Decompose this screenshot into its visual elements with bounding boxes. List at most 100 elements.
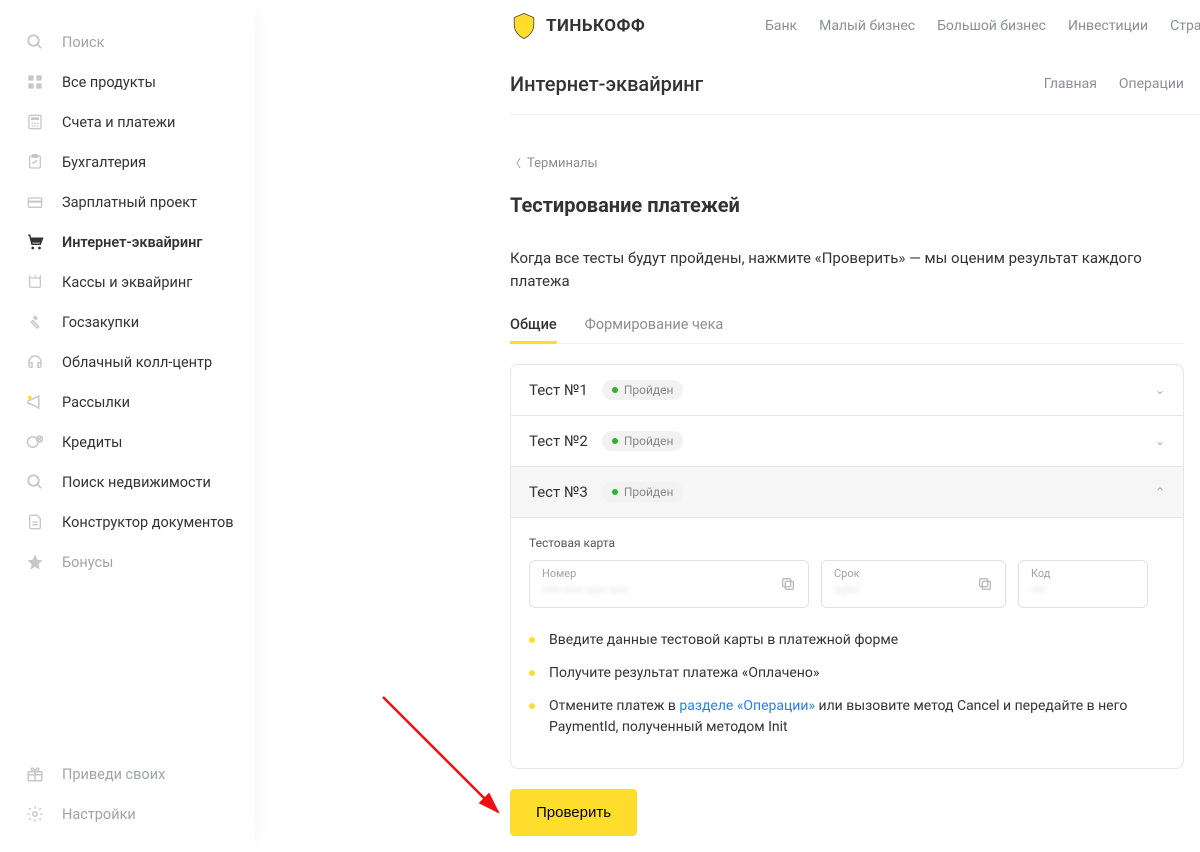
test-card-label: Тестовая карта [529,536,1165,550]
card-expiry-value: ••/•• [834,583,859,599]
test-row[interactable]: Тест №2 Пройден ⌄ [511,415,1183,466]
breadcrumb[interactable]: 〈 Терминалы [510,155,1184,171]
sidebar-item-pos[interactable]: Кассы и эквайринг [0,262,255,302]
card-number-field[interactable]: Номер •••• •••• •••• •••• [529,560,809,608]
field-label: Код [1031,567,1050,580]
sidebar-item-label: Госзакупки [62,314,139,331]
copy-icon[interactable] [780,576,796,592]
sidebar-item-label: Зарплатный проект [62,194,197,211]
sidebar-item-accounting[interactable]: Бухгалтерия [0,142,255,182]
tabs: Общие Формирование чека [510,316,1184,344]
headset-icon [24,352,46,372]
card-number-value: •••• •••• •••• •••• [542,583,628,599]
clipboard-icon [24,152,46,172]
sidebar-item-label: Интернет-эквайринг [62,234,202,251]
tab-general[interactable]: Общие [510,316,557,343]
step-item: Получите результат платежа «Оплачено» [529,663,1165,684]
sidebar-item-bonuses[interactable]: Бонусы [0,542,255,582]
intro-text: Когда все тесты будут пройдены, нажмите … [510,247,1184,292]
topnav-link[interactable]: Малый бизнес [819,18,915,34]
sidebar-item-label: Рассылки [62,394,130,411]
status-badge: Пройден [602,431,684,451]
subheader-link-operations[interactable]: Операции [1119,76,1184,92]
sidebar-item-callcenter[interactable]: Облачный колл-центр [0,342,255,382]
topnav-link[interactable]: Большой бизнес [937,18,1046,34]
test-row[interactable]: Тест №3 Пройден ⌃ [511,466,1183,517]
gavel-icon [24,312,46,332]
copy-icon[interactable] [977,576,993,592]
sidebar-item-realestate[interactable]: Поиск недвижимости [0,462,255,502]
calculator-icon [24,112,46,132]
sidebar-item-settings[interactable]: Настройки [0,794,255,834]
sidebar-item-label: Поиск недвижимости [62,474,211,491]
sidebar-item-acquiring[interactable]: Интернет-эквайринг [0,222,255,262]
step-item: Отмените платеж в разделе «Операции» или… [529,696,1165,738]
page-title: Тестирование платежей [510,193,1184,217]
gear-icon [24,804,46,824]
search-icon [24,32,46,52]
test-title: Тест №1 [529,381,588,399]
chevron-down-icon: ⌄ [1155,434,1165,448]
brand-logo[interactable]: ТИНЬКОФФ [510,12,645,40]
sidebar-item-campaigns[interactable]: Рассылки [0,382,255,422]
sidebar-item-search[interactable]: Поиск [0,22,255,62]
operations-link[interactable]: разделе «Операции» [679,698,815,714]
terminal-icon [24,272,46,292]
logo-icon [510,12,538,40]
sidebar-item-all-products[interactable]: Все продукты [0,62,255,102]
status-badge: Пройден [602,380,684,400]
chevron-down-icon: ⌄ [1155,383,1165,397]
sidebar-item-label: Кассы и эквайринг [62,274,192,291]
wallet-icon [24,192,46,212]
topnav-link[interactable]: Инвестиции [1068,18,1148,34]
section-title: Интернет-эквайринг [510,72,703,96]
sidebar-item-procurement[interactable]: Госзакупки [0,302,255,342]
sidebar-item-documents[interactable]: Конструктор документов [0,502,255,542]
cart-icon [24,232,46,252]
test-list: Тест №1 Пройден ⌄ Тест №2 Пройден ⌄ Тест… [510,364,1184,769]
sidebar-item-label: Приведи своих [62,766,165,783]
field-label: Номер [542,567,576,580]
search-house-icon [24,472,46,492]
page-content: 〈 Терминалы Тестирование платежей Когда … [510,115,1200,836]
sidebar-item-label: Счета и платежи [62,114,175,131]
sidebar-item-payroll[interactable]: Зарплатный проект [0,182,255,222]
grid-icon [24,72,46,92]
sidebar-item-label: Бухгалтерия [62,154,146,171]
sidebar-item-label: Бонусы [62,554,113,571]
breadcrumb-label: Терминалы [527,156,598,171]
subheader: Интернет-эквайринг Главная Операции [510,52,1200,115]
top-nav: ТИНЬКОФФ Банк Малый бизнес Большой бизне… [510,0,1200,52]
sidebar-item-label: Все продукты [62,74,156,91]
tab-receipt[interactable]: Формирование чека [585,316,724,343]
test-details: Тестовая карта Номер •••• •••• •••• ••••… [511,517,1183,768]
card-expiry-field[interactable]: Срок ••/•• [821,560,1006,608]
sidebar: Поиск Все продукты Счета и платежи Бухга… [0,0,255,852]
topnav-link[interactable]: Страхование [1170,18,1200,34]
test-row[interactable]: Тест №1 Пройден ⌄ [511,365,1183,415]
sidebar-item-credits[interactable]: Кредиты [0,422,255,462]
gift-icon [24,764,46,784]
chevron-up-icon: ⌃ [1155,485,1165,499]
coins-icon [24,432,46,452]
status-badge: Пройден [602,482,684,502]
subheader-link-main[interactable]: Главная [1044,76,1097,92]
sidebar-item-accounts[interactable]: Счета и платежи [0,102,255,142]
instruction-steps: Введите данные тестовой карты в платежно… [529,630,1165,738]
sidebar-item-label: Настройки [62,806,136,823]
sidebar-item-referral[interactable]: Приведи своих [0,754,255,794]
topnav-link[interactable]: Банк [765,18,797,34]
step-item: Введите данные тестовой карты в платежно… [529,630,1165,651]
sidebar-item-label: Облачный колл-центр [62,354,212,371]
test-title: Тест №3 [529,483,588,501]
star-icon [24,552,46,572]
megaphone-icon [24,392,46,412]
card-code-value: ••• [1031,583,1045,599]
brand-name: ТИНЬКОФФ [546,16,645,36]
test-title: Тест №2 [529,432,588,450]
document-icon [24,512,46,532]
check-button[interactable]: Проверить [510,789,637,836]
card-code-field[interactable]: Код ••• [1018,560,1148,608]
sidebar-item-label: Кредиты [62,434,122,451]
field-label: Срок [834,567,860,580]
